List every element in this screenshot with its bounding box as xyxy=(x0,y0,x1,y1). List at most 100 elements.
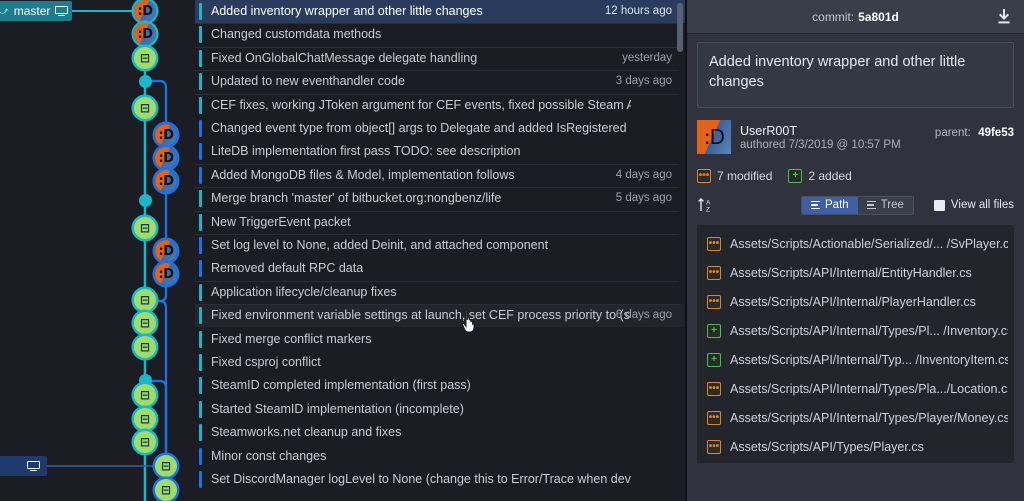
added-badge-icon: + xyxy=(707,352,721,367)
commit-list[interactable]: Added inventory wrapper and other little… xyxy=(0,0,685,501)
commit-lane-indicator xyxy=(199,190,202,208)
commit-hash: 5a801d xyxy=(858,9,899,24)
sort-az-icon[interactable]: A Z xyxy=(697,196,717,214)
added-badge-icon: + xyxy=(707,323,721,338)
commit-row[interactable]: Started SteamID implementation (incomple… xyxy=(0,398,685,421)
commit-row[interactable]: Fixed csproj conflict xyxy=(0,351,685,374)
stat-added: + 2 added xyxy=(788,169,852,183)
commit-row[interactable]: Merge branch 'master' of bitbucket.org:n… xyxy=(0,187,685,210)
author-date: authored 7/3/2019 @ 10:57 PM xyxy=(740,138,901,151)
commit-row[interactable]: Fixed merge conflict markers xyxy=(0,328,685,351)
view-all-files-label: View all files xyxy=(950,199,1014,211)
commit-row[interactable]: Changed event type from object[] args to… xyxy=(0,117,685,140)
commit-message: Set log level to None, added Deinit, and… xyxy=(211,238,549,252)
file-row[interactable]: ••• Assets/Scripts/API/Types/Player.cs xyxy=(697,432,1014,461)
commit-lane-indicator xyxy=(199,26,202,44)
tab-path[interactable]: Path xyxy=(802,196,858,214)
commit-row[interactable]: Application lifecycle/cleanup fixes xyxy=(0,280,685,304)
commit-row[interactable]: Minor const changes xyxy=(0,445,685,468)
file-path: Assets/Scripts/API/Internal/Typ... /Inve… xyxy=(730,352,1008,367)
added-count-label: 2 added xyxy=(808,169,852,183)
commit-row[interactable]: LiteDB implementation first pass TODO: s… xyxy=(0,140,685,163)
tab-tree[interactable]: Tree xyxy=(857,196,913,214)
commit-row[interactable]: Set DiscordManager logLevel to None (cha… xyxy=(0,468,685,491)
file-row[interactable]: •••Assets/Scripts/Manager/SvManager.cs xyxy=(697,461,1014,463)
file-row[interactable]: ••• Assets/Scripts/API/Internal/EntityHan… xyxy=(697,258,1014,287)
file-row[interactable]: ••• Assets/Scripts/API/Internal/Types/Pla… xyxy=(697,403,1014,432)
commit-lane-indicator xyxy=(199,49,202,67)
avatar: :D xyxy=(697,120,731,154)
commit-message: Steamworks.net cleanup and fixes xyxy=(211,425,402,440)
commit-row[interactable]: Removed default RPC data xyxy=(0,257,685,280)
commit-lane-indicator xyxy=(199,213,202,231)
tab-path-label: Path xyxy=(825,199,849,211)
commit-lane-indicator xyxy=(199,307,202,325)
commit-message-text: Added inventory wrapper and other little… xyxy=(709,54,966,90)
commit-row[interactable]: SteamID completed implementation (first … xyxy=(0,374,685,397)
commit-message: Set DiscordManager logLevel to None (cha… xyxy=(211,472,631,486)
commit-message-box: Added inventory wrapper and other little… xyxy=(697,42,1014,108)
file-view-controls: A Z Path Tree View all files xyxy=(697,195,1014,215)
file-row[interactable]: ••• Assets/Scripts/API/Internal/Types/Pla… xyxy=(697,374,1014,403)
commit-row[interactable]: Updated to new eventhandler code 3 days a… xyxy=(0,70,685,93)
commit-lane-indicator xyxy=(199,260,202,278)
tree-lines-icon xyxy=(866,200,876,210)
commit-lane-indicator xyxy=(199,400,202,418)
modified-badge-icon: ••• xyxy=(707,236,721,251)
commit-message: Merge branch 'master' of bitbucket.org:n… xyxy=(211,191,502,206)
commit-lane-indicator xyxy=(199,120,202,137)
commit-row[interactable]: CEF fixes, working JToken argument for C… xyxy=(0,93,685,117)
commit-message: Fixed merge conflict markers xyxy=(211,331,372,346)
commit-row[interactable]: Steamworks.net cleanup and fixes xyxy=(0,421,685,444)
commit-lane-indicator xyxy=(199,283,202,301)
modified-badge-icon: ••• xyxy=(707,410,721,425)
path-tree-toggle[interactable]: Path Tree xyxy=(801,195,914,215)
file-path: Assets/Scripts/API/Types/Player.cs xyxy=(730,439,924,454)
git-client-window: :D :D ⊟ ⊟ :D :D :D ⊟ :D :D ⊟ ⊟ ⊟ ⊟ ⊟ ⊟ ⊟… xyxy=(0,0,1024,501)
author-meta: UserR00T authored 7/3/2019 @ 10:57 PM xyxy=(740,124,901,151)
commit-detail-pane: commit: 5a801d Added inventory wrapper a… xyxy=(685,0,1024,501)
file-row[interactable]: ••• Assets/Scripts/Actionable/Serialized/… xyxy=(697,229,1014,258)
modified-badge-icon: ••• xyxy=(707,294,721,309)
commit-row[interactable]: Changed customdata methods xyxy=(0,23,685,46)
commit-message: Removed default RPC data xyxy=(211,261,364,276)
commit-message: Changed event type from object[] args to… xyxy=(211,121,627,135)
checkbox-icon[interactable] xyxy=(933,199,945,211)
commit-message: Added inventory wrapper and other little… xyxy=(211,4,483,18)
changed-files-list[interactable]: ••• Assets/Scripts/Actionable/Serialized/… xyxy=(697,225,1014,463)
commit-message: Added MongoDB files & Model, implementat… xyxy=(211,167,515,182)
commit-lane-indicator xyxy=(199,330,202,348)
commit-date: 3 days ago xyxy=(615,75,672,88)
commit-list-scrollbar[interactable] xyxy=(677,3,683,52)
list-lines-icon xyxy=(811,200,820,210)
parent-hash: 49fe53 xyxy=(978,127,1014,139)
commit-row[interactable]: Added MongoDB files & Model, implementat… xyxy=(0,163,685,187)
file-path: Assets/Scripts/API/Internal/PlayerHandle… xyxy=(730,294,976,309)
commit-message: New TriggerEvent packet xyxy=(211,214,351,229)
added-badge-icon: + xyxy=(788,169,803,183)
commit-lane-indicator xyxy=(199,237,202,254)
commit-lane-indicator xyxy=(199,73,202,91)
commit-row[interactable]: Set log level to None, added Deinit, and… xyxy=(0,234,685,257)
commit-message: Fixed OnGlobalChatMessage delegate handl… xyxy=(211,50,478,65)
stat-modified: ••• 7 modified xyxy=(697,169,772,183)
commit-message: Fixed environment variable settings at l… xyxy=(211,308,631,323)
commit-row[interactable]: Fixed OnGlobalChatMessage delegate handl… xyxy=(0,46,685,70)
commit-row[interactable]: New TriggerEvent packet xyxy=(0,210,685,234)
commit-stats-row: ••• 7 modified + 2 added xyxy=(697,168,1014,184)
modified-badge-icon: ••• xyxy=(707,381,721,396)
view-all-files-toggle[interactable]: View all files xyxy=(933,199,1014,211)
file-row[interactable]: + Assets/Scripts/API/Internal/Typ... /Inv… xyxy=(697,345,1014,374)
commit-message: CEF fixes, working JToken argument for C… xyxy=(211,97,631,112)
modified-badge-icon: ••• xyxy=(707,265,721,280)
parent-commit[interactable]: parent: 49fe53 xyxy=(935,123,1014,141)
download-icon[interactable] xyxy=(996,9,1012,25)
commit-row[interactable]: Added inventory wrapper and other little… xyxy=(0,0,685,23)
svg-text:Z: Z xyxy=(706,207,710,214)
commit-lane-indicator xyxy=(199,3,202,20)
file-row[interactable]: + Assets/Scripts/API/Internal/Types/Pl...… xyxy=(697,316,1014,345)
commit-message: Minor const changes xyxy=(211,448,327,463)
modified-badge-icon: ••• xyxy=(697,169,711,183)
file-row[interactable]: ••• Assets/Scripts/API/Internal/PlayerHan… xyxy=(697,287,1014,316)
commit-row[interactable]: Fixed environment variable settings at l… xyxy=(0,304,685,328)
